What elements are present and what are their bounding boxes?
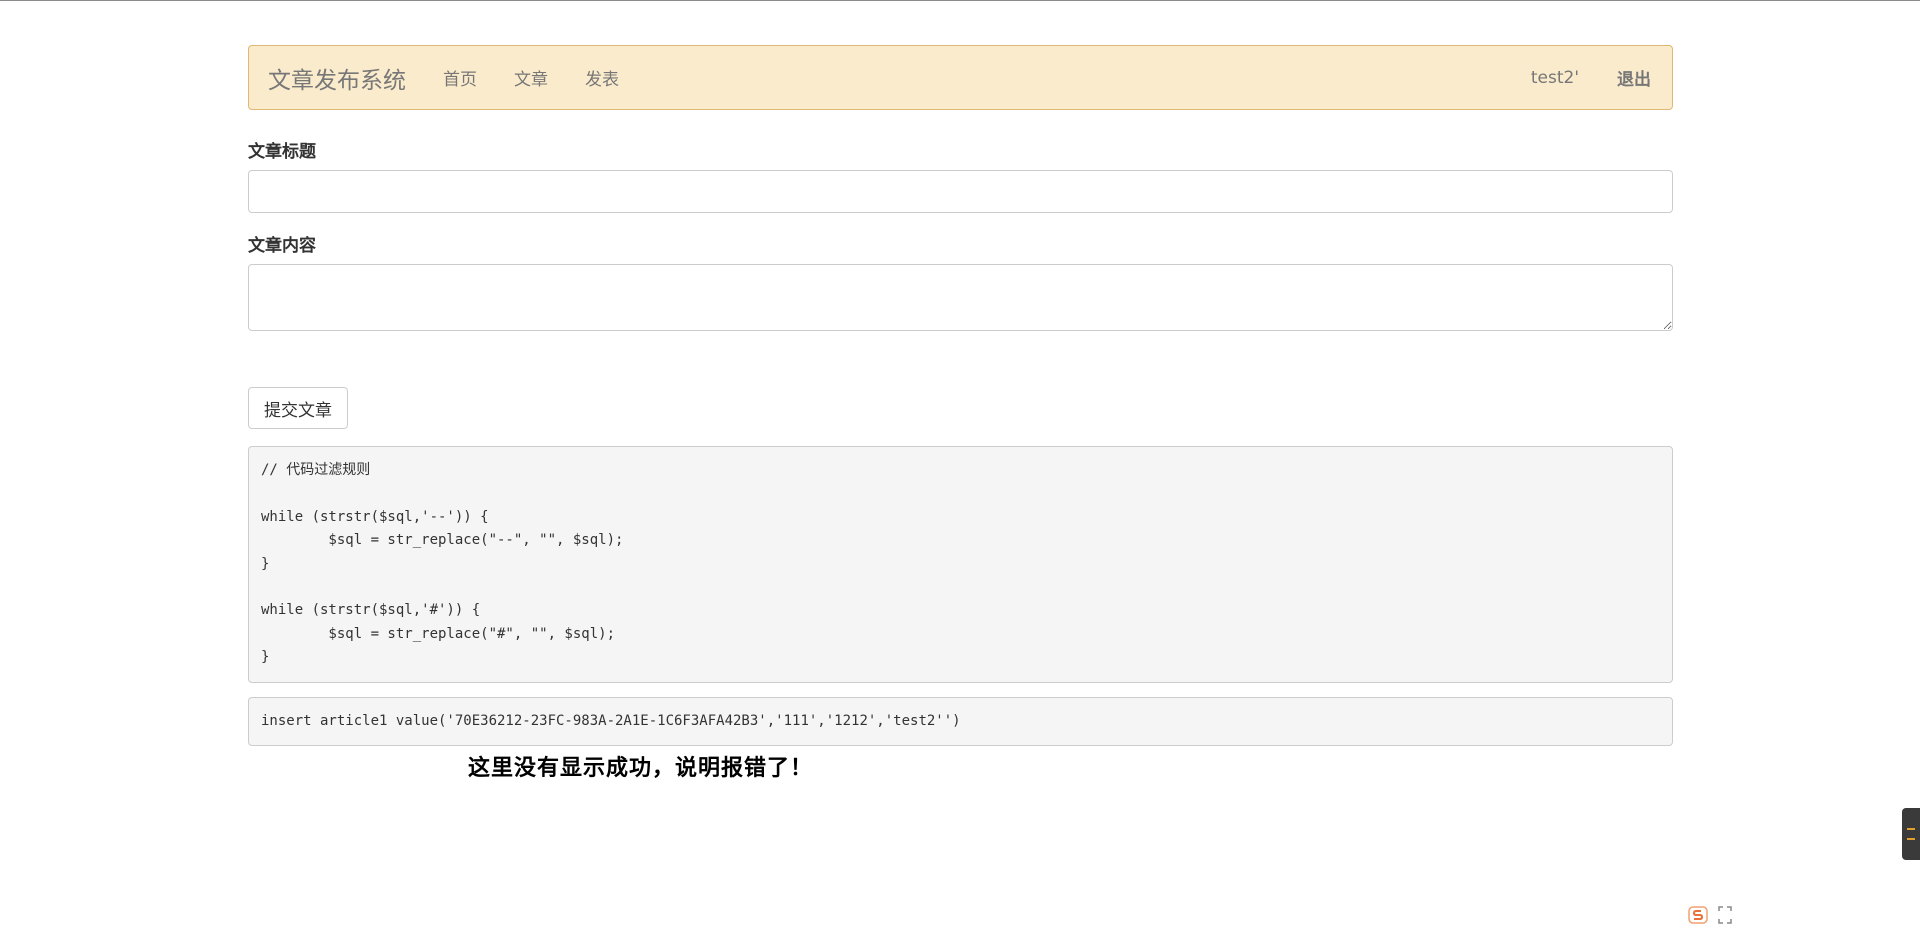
- corner-widgets: [1688, 906, 1732, 924]
- submit-article-button[interactable]: 提交文章: [248, 387, 348, 429]
- handle-tick: [1907, 828, 1915, 830]
- logout-link[interactable]: 退出: [1617, 65, 1651, 90]
- nav-home-link[interactable]: 首页: [443, 65, 477, 90]
- top-border: [0, 0, 1920, 1]
- username-label: test2': [1530, 67, 1579, 88]
- nav-publish-link[interactable]: 发表: [585, 65, 619, 90]
- main-container: 文章发布系统 首页 文章 发表 test2' 退出 文章标题 文章内容 提交文章…: [248, 45, 1673, 760]
- brand-link[interactable]: 文章发布系统: [268, 61, 406, 95]
- error-annotation: 这里没有显示成功，说明报错了！: [468, 756, 814, 781]
- article-title-input[interactable]: [248, 170, 1673, 213]
- article-content-label: 文章内容: [248, 236, 316, 256]
- handle-tick: [1907, 838, 1915, 840]
- scroll-handle-icon[interactable]: [1902, 808, 1920, 860]
- article-title-label: 文章标题: [248, 142, 316, 162]
- nav-articles-link[interactable]: 文章: [514, 65, 548, 90]
- s-logo-icon[interactable]: [1688, 906, 1708, 924]
- sql-statement-block: insert article1 value('70E36212-23FC-983…: [248, 696, 1673, 746]
- navbar: 文章发布系统 首页 文章 发表 test2' 退出: [248, 45, 1673, 110]
- filter-code-block: // 代码过滤规则 while (strstr($sql,'--')) { $s…: [248, 446, 1673, 683]
- article-content-textarea[interactable]: [248, 264, 1673, 331]
- expand-icon[interactable]: [1718, 906, 1732, 924]
